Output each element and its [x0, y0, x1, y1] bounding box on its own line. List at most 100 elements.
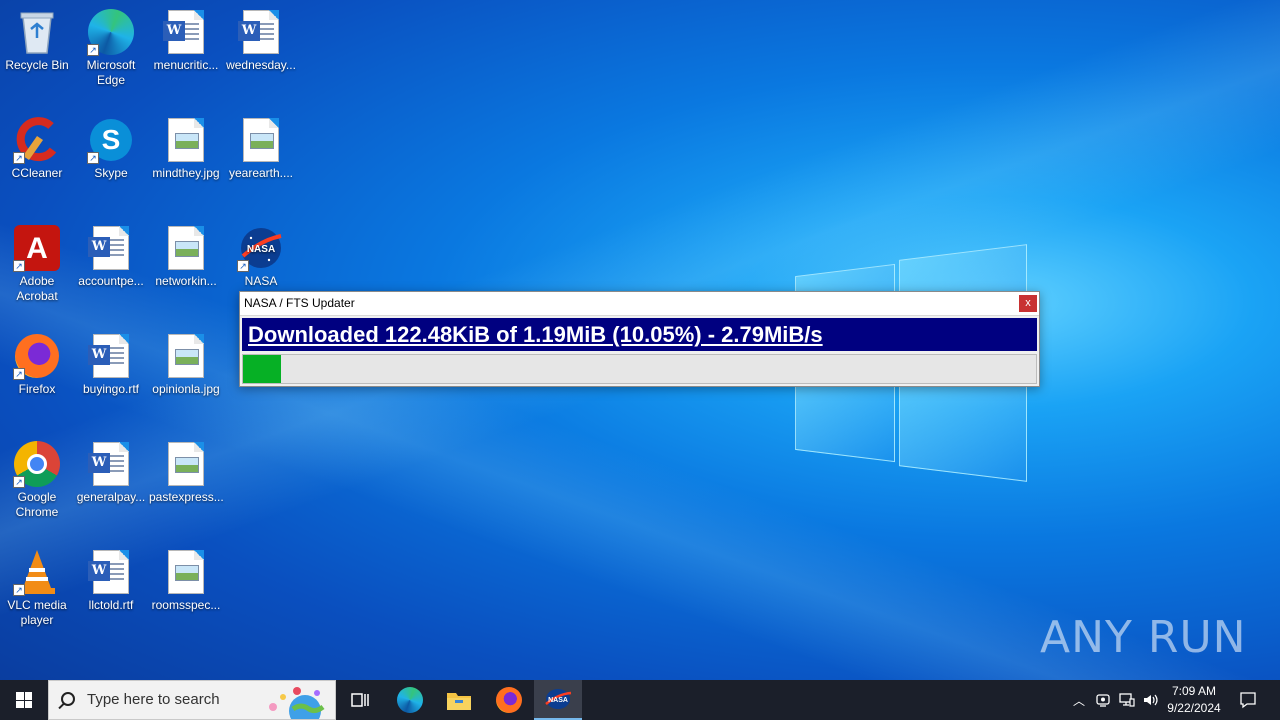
download-status-text: Downloaded 122.48KiB of 1.19MiB (10.05%)… [242, 318, 1037, 351]
tray-meet-now-button[interactable] [1092, 680, 1114, 720]
taskbar-file-explorer-button[interactable] [435, 680, 483, 720]
chrome-icon: ↗ [13, 440, 61, 488]
word-document-icon: W [87, 548, 135, 596]
chevron-up-icon: ︿ [1072, 693, 1085, 708]
task-view-button[interactable] [336, 680, 384, 720]
shortcut-arrow-icon: ↗ [13, 584, 25, 596]
desktop-icon-llctold[interactable]: W llctold.rtf [74, 548, 148, 613]
nasa-meatball-icon: NASA [545, 689, 572, 709]
progress-bar-fill [243, 355, 281, 383]
search-highlight-art-icon [269, 687, 325, 719]
clock-date: 9/22/2024 [1167, 701, 1221, 715]
word-document-icon: W [87, 224, 135, 272]
desktop-icon-label: roomsspec... [151, 598, 221, 612]
close-button[interactable]: x [1019, 295, 1037, 312]
desktop-icon-nasa[interactable]: NASA ↗ NASA [224, 224, 298, 289]
network-icon [1119, 693, 1135, 707]
image-file-icon [162, 548, 210, 596]
desktop-icon-pastexpress[interactable]: pastexpress... [149, 440, 224, 505]
desktop-icon-microsoft-edge[interactable]: ↗ Microsoft Edge [74, 8, 148, 88]
desktop-icon-label: mindthey.jpg [152, 166, 220, 180]
shortcut-arrow-icon: ↗ [87, 152, 99, 164]
shortcut-arrow-icon: ↗ [237, 260, 249, 272]
desktop-icon-label: NASA [244, 274, 278, 288]
skype-icon: S ↗ [87, 116, 135, 164]
image-file-icon [162, 116, 210, 164]
desktop-icon-networkin[interactable]: networkin... [149, 224, 223, 289]
desktop-icon-opinionla[interactable]: opinionla.jpg [149, 332, 223, 397]
desktop-icon-label: generalpay... [76, 490, 146, 504]
desktop-icon-label: Firefox [18, 382, 56, 396]
desktop-icon-menucritic[interactable]: W menucritic... [149, 8, 223, 73]
updater-title: NASA / FTS Updater [244, 296, 355, 310]
show-hidden-icons-button[interactable]: ︿ [1068, 680, 1090, 720]
desktop-icon-ccleaner[interactable]: ↗ CCleaner [0, 116, 74, 181]
desktop-icon-accountpe[interactable]: W accountpe... [74, 224, 148, 289]
windows-logo-icon [16, 692, 32, 708]
desktop-icon-label: VLC media player [7, 598, 67, 627]
image-file-icon [162, 332, 210, 380]
svg-text:NASA: NASA [548, 697, 568, 704]
taskbar-nasa-updater-button[interactable]: NASA [534, 680, 582, 720]
nasa-meatball-icon: NASA ↗ [237, 224, 285, 272]
image-file-icon [162, 440, 210, 488]
shortcut-arrow-icon: ↗ [13, 152, 25, 164]
word-document-icon: W [162, 8, 210, 56]
desktop-icon-google-chrome[interactable]: ↗ Google Chrome [0, 440, 74, 520]
desktop-icon-recycle-bin[interactable]: Recycle Bin [0, 8, 74, 73]
desktop-icon-label: yearearth.... [228, 166, 294, 180]
desktop-icon-label: llctold.rtf [88, 598, 134, 612]
download-progress-bar [242, 354, 1037, 384]
desktop-icon-label: accountpe... [78, 274, 144, 288]
desktop-icon-yearearth[interactable]: yearearth.... [224, 116, 298, 181]
shortcut-arrow-icon: ↗ [13, 476, 25, 488]
desktop-icon-label: Skype [94, 166, 128, 180]
desktop-icon-firefox[interactable]: ↗ Firefox [0, 332, 74, 397]
word-document-icon: W [237, 8, 285, 56]
desktop-icon-label: wednesday... [226, 58, 296, 72]
taskbar-search-box[interactable]: Type here to search [48, 680, 336, 720]
taskbar-edge-button[interactable] [386, 680, 434, 720]
desktop-icon-label: pastexpress... [149, 490, 224, 504]
desktop-icon-buyingo[interactable]: W buyingo.rtf [74, 332, 148, 397]
adobe-acrobat-icon: A ↗ [13, 224, 61, 272]
anyrun-watermark: ANY RUN [1040, 612, 1247, 663]
desktop-icon-adobe-acrobat[interactable]: A ↗ Adobe Acrobat [0, 224, 74, 304]
shortcut-arrow-icon: ↗ [13, 368, 25, 380]
desktop-icon-label: Microsoft Edge [86, 58, 136, 87]
shortcut-arrow-icon: ↗ [87, 44, 99, 56]
desktop-icon-skype[interactable]: S ↗ Skype [74, 116, 148, 181]
desktop-icon-label: menucritic... [153, 58, 219, 72]
desktop-icon-label: Recycle Bin [5, 58, 69, 72]
taskbar-clock[interactable]: 7:09 AM 9/22/2024 [1162, 683, 1226, 717]
webcam-icon [1096, 694, 1110, 707]
edge-icon: ↗ [87, 8, 135, 56]
desktop-icon-label: opinionla.jpg [152, 382, 220, 396]
updater-window: NASA / FTS Updater x Downloaded 122.48Ki… [239, 291, 1040, 387]
desktop-icon-wednesday[interactable]: W wednesday... [224, 8, 298, 73]
desktop-icon-roomsspec[interactable]: roomsspec... [149, 548, 223, 613]
firefox-icon: ↗ [13, 332, 61, 380]
taskbar-firefox-button[interactable] [485, 680, 533, 720]
desktop-icon-vlc[interactable]: ↗ VLC media player [0, 548, 74, 628]
tray-network-button[interactable] [1116, 680, 1138, 720]
action-center-button[interactable] [1234, 680, 1262, 720]
vlc-cone-icon: ↗ [13, 548, 61, 596]
desktop-icon-generalpay[interactable]: W generalpay... [74, 440, 148, 505]
start-button[interactable] [0, 680, 48, 720]
desktop-icon-mindthey[interactable]: mindthey.jpg [149, 116, 223, 181]
desktop-icon-label: networkin... [155, 274, 217, 288]
folder-icon [447, 693, 471, 710]
notification-icon [1240, 692, 1256, 709]
svg-text:NASA: NASA [247, 244, 275, 255]
recycle-bin-icon [13, 8, 61, 56]
desktop-icon-label: Google Chrome [15, 490, 59, 519]
tray-volume-button[interactable] [1140, 680, 1162, 720]
word-document-icon: W [87, 332, 135, 380]
image-file-icon [237, 116, 285, 164]
clock-time: 7:09 AM [1171, 684, 1217, 698]
updater-title-bar[interactable]: NASA / FTS Updater x [240, 292, 1039, 316]
task-view-icon [351, 693, 369, 707]
desktop-icon-label: Adobe Acrobat [16, 274, 58, 303]
taskbar: Type here to search NASA ︿ 7:09 AM 9/22/… [0, 680, 1280, 720]
